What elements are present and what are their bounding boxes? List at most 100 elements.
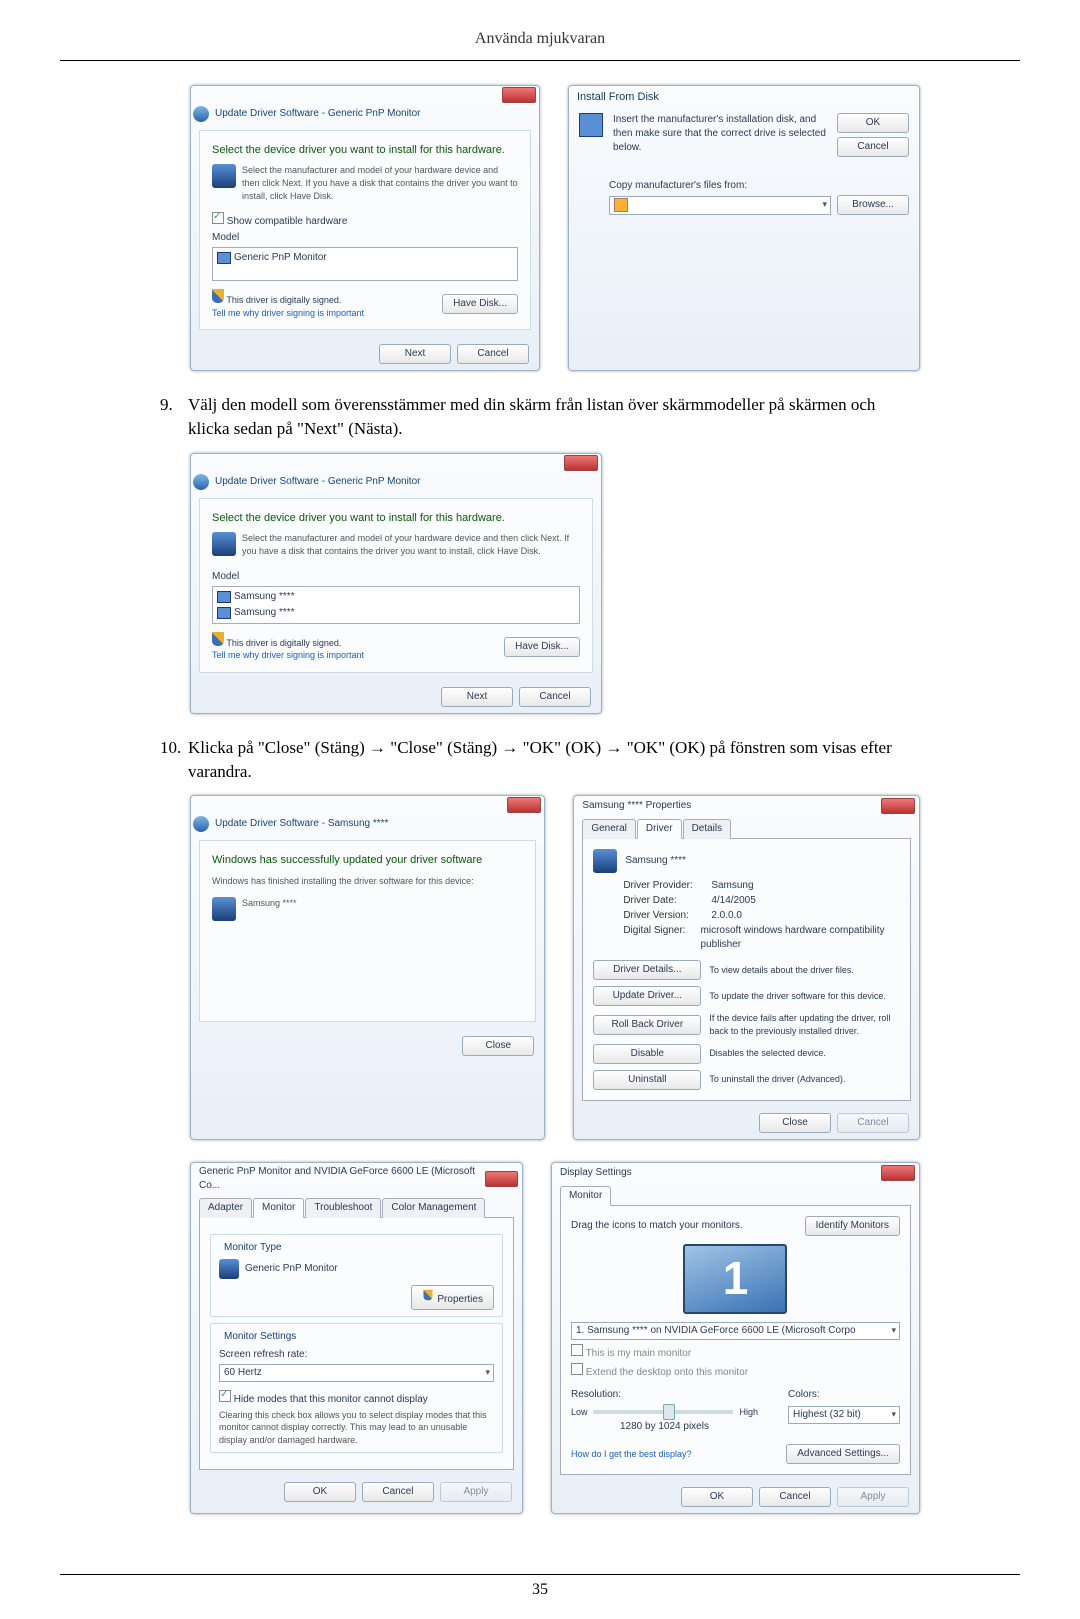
cancel-button[interactable]: Cancel	[362, 1482, 434, 1502]
tab-general[interactable]: General	[582, 819, 636, 839]
extend-checkbox	[571, 1363, 583, 1375]
device-icon	[212, 164, 236, 188]
copy-label: Copy manufacturer's files from:	[609, 179, 909, 193]
cancel-button: Cancel	[837, 1113, 909, 1133]
instruction-text: Select the manufacturer and model of you…	[242, 532, 580, 557]
version-label: Driver Version:	[623, 909, 711, 923]
colors-combo[interactable]: Highest (32 bit)	[788, 1406, 900, 1424]
model-item[interactable]: Samsung ****	[234, 590, 295, 604]
back-icon[interactable]	[193, 106, 209, 122]
monitor-combo[interactable]: 1. Samsung **** on NVIDIA GeForce 6600 L…	[571, 1322, 900, 1340]
tab-colormgmt[interactable]: Color Management	[382, 1198, 485, 1218]
ok-button[interactable]: OK	[837, 113, 909, 133]
signer-label: Digital Signer:	[623, 924, 700, 952]
cancel-button[interactable]: Cancel	[457, 344, 529, 364]
monitor-tile-1[interactable]: 1	[683, 1244, 787, 1314]
shield-icon	[212, 289, 224, 303]
tab-adapter[interactable]: Adapter	[199, 1198, 252, 1218]
cancel-button[interactable]: Cancel	[837, 137, 909, 157]
update-success-dialog: Update Driver Software - Samsung **** Wi…	[190, 795, 545, 1139]
signed-label: This driver is digitally signed.	[226, 295, 341, 305]
monitor-properties-dialog: Generic PnP Monitor and NVIDIA GeForce 6…	[190, 1162, 523, 1515]
signing-link[interactable]: Tell me why driver signing is important	[212, 649, 364, 662]
driver-properties-dialog: Samsung **** Properties General Driver D…	[573, 795, 920, 1139]
instruction-text: Select the manufacturer and model of you…	[242, 164, 518, 202]
next-button[interactable]: Next	[441, 687, 513, 707]
tab-monitor[interactable]: Monitor	[253, 1198, 304, 1218]
date-label: Driver Date:	[623, 894, 711, 908]
tab-monitor[interactable]: Monitor	[560, 1186, 611, 1206]
display-settings-dialog: Display Settings Monitor Drag the icons …	[551, 1162, 920, 1515]
window-title: Generic PnP Monitor and NVIDIA GeForce 6…	[199, 1165, 485, 1193]
path-combo[interactable]	[609, 196, 831, 215]
identify-button[interactable]: Identify Monitors	[805, 1216, 900, 1236]
close-button[interactable]: Close	[759, 1113, 831, 1133]
back-icon[interactable]	[193, 474, 209, 490]
close-icon[interactable]	[881, 1165, 915, 1181]
monitor-icon	[217, 591, 231, 603]
slider-low: Low	[571, 1406, 588, 1419]
have-disk-button[interactable]: Have Disk...	[504, 637, 580, 657]
update-driver-dialog-1: Update Driver Software - Generic PnP Mon…	[190, 85, 540, 371]
model-item[interactable]: Generic PnP Monitor	[234, 251, 327, 265]
step-text: Välj den modell som överensstämmer med d…	[188, 393, 920, 441]
model-listbox[interactable]: Samsung **** Samsung ****	[212, 586, 580, 624]
update-driver-dialog-2: Update Driver Software - Generic PnP Mon…	[190, 453, 602, 714]
resolution-slider[interactable]	[593, 1410, 733, 1414]
signer-value: microsoft windows hardware compatibility…	[701, 924, 900, 952]
driver-details-desc: To view details about the driver files.	[709, 964, 900, 977]
close-icon[interactable]	[564, 455, 598, 471]
update-driver-button[interactable]: Update Driver...	[593, 986, 701, 1006]
close-icon[interactable]	[502, 87, 536, 103]
driver-details-button[interactable]: Driver Details...	[593, 960, 701, 980]
titlebar	[191, 454, 601, 472]
disable-button[interactable]: Disable	[593, 1044, 701, 1064]
device-icon	[219, 1259, 239, 1279]
disable-desc: Disables the selected device.	[709, 1047, 900, 1060]
footer-divider	[60, 1574, 1020, 1575]
best-display-link[interactable]: How do I get the best display?	[571, 1448, 692, 1461]
titlebar	[191, 796, 544, 814]
rollback-button[interactable]: Roll Back Driver	[593, 1015, 701, 1035]
ok-button[interactable]: OK	[284, 1482, 356, 1502]
slider-high: High	[739, 1406, 758, 1419]
extend-label: Extend the desktop onto this monitor	[586, 1367, 748, 1378]
provider-value: Samsung	[711, 879, 753, 893]
cancel-button[interactable]: Cancel	[519, 687, 591, 707]
page-header: Använda mjukvaran	[60, 30, 1020, 48]
window-title: Samsung **** Properties	[582, 799, 691, 813]
uninstall-desc: To uninstall the driver (Advanced).	[709, 1073, 900, 1086]
tab-driver[interactable]: Driver	[637, 819, 682, 839]
have-disk-button[interactable]: Have Disk...	[442, 294, 518, 314]
compat-checkbox[interactable]	[212, 212, 224, 224]
divider	[60, 60, 1020, 61]
main-monitor-label: This is my main monitor	[586, 1348, 692, 1359]
page-number: 35	[60, 1581, 1020, 1599]
back-icon[interactable]	[193, 816, 209, 832]
uninstall-button[interactable]: Uninstall	[593, 1070, 701, 1090]
hide-modes-checkbox[interactable]	[219, 1390, 231, 1402]
resolution-label: Resolution:	[571, 1388, 758, 1402]
advanced-button[interactable]: Advanced Settings...	[786, 1444, 900, 1464]
properties-button[interactable]: Properties	[411, 1285, 494, 1310]
titlebar	[191, 86, 539, 104]
step-text: Klicka på "Close" (Stäng) → "Close" (Stä…	[188, 736, 920, 784]
cancel-button[interactable]: Cancel	[759, 1487, 831, 1507]
device-name: Samsung ****	[242, 897, 297, 910]
model-item[interactable]: Samsung ****	[234, 606, 295, 620]
close-icon[interactable]	[507, 797, 541, 813]
install-from-disk-dialog: Install From Disk Insert the manufacture…	[568, 85, 920, 371]
refresh-combo[interactable]: 60 Hertz	[219, 1364, 494, 1382]
close-button[interactable]: Close	[462, 1036, 534, 1056]
device-name: Samsung ****	[625, 854, 686, 868]
model-listbox[interactable]: Generic PnP Monitor	[212, 247, 518, 281]
close-icon[interactable]	[881, 798, 915, 814]
instruction-text: Windows has finished installing the driv…	[212, 875, 523, 888]
next-button[interactable]: Next	[379, 344, 451, 364]
signing-link[interactable]: Tell me why driver signing is important	[212, 307, 364, 320]
ok-button[interactable]: OK	[681, 1487, 753, 1507]
tab-troubleshoot[interactable]: Troubleshoot	[305, 1198, 381, 1218]
tab-details[interactable]: Details	[683, 819, 732, 839]
close-icon[interactable]	[485, 1171, 518, 1187]
browse-button[interactable]: Browse...	[837, 195, 909, 215]
